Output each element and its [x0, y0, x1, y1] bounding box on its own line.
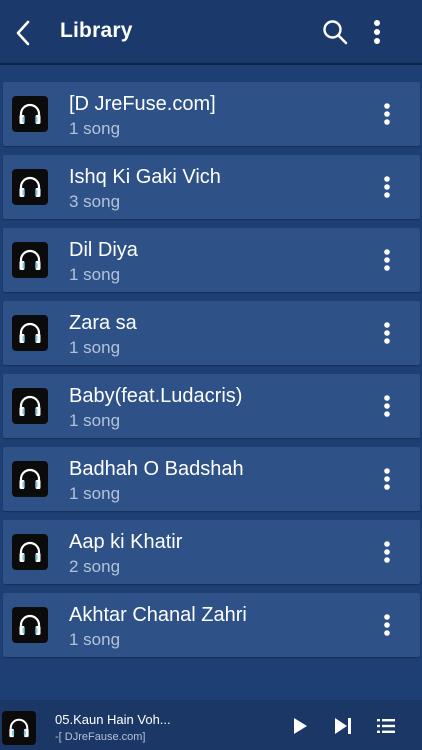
- item-title: Zara sa: [69, 312, 137, 334]
- album-art: [12, 242, 48, 278]
- item-menu-button[interactable]: [375, 536, 399, 568]
- headphones-icon: [9, 718, 29, 738]
- more-vertical-icon: [384, 176, 390, 198]
- now-playing-art: [2, 711, 36, 745]
- list-item[interactable]: Badhah O Badshah 1 song: [3, 447, 420, 511]
- page-title: Library: [60, 19, 133, 42]
- app-header: Library: [0, 0, 422, 65]
- album-art: [12, 461, 48, 497]
- back-button[interactable]: [10, 18, 36, 48]
- item-song-count: 1 song: [69, 484, 121, 503]
- chevron-left-icon: [16, 20, 30, 46]
- more-vertical-icon: [384, 249, 390, 271]
- headphones-icon: [19, 468, 41, 489]
- headphones-icon: [19, 103, 41, 124]
- search-button[interactable]: [320, 17, 350, 47]
- item-song-count: 2 song: [69, 557, 121, 576]
- item-menu-button[interactable]: [375, 244, 399, 276]
- headphones-icon: [19, 395, 41, 416]
- item-menu-button[interactable]: [375, 609, 399, 641]
- play-icon: [294, 718, 307, 734]
- item-song-count: 3 song: [69, 192, 121, 211]
- album-art: [12, 534, 48, 570]
- album-art: [12, 169, 48, 205]
- queue-list-icon: [377, 719, 395, 733]
- more-vertical-icon: [384, 103, 390, 125]
- album-art: [12, 607, 48, 643]
- list-item[interactable]: [D JreFuse.com] 1 song: [3, 82, 420, 146]
- item-song-count: 1 song: [69, 119, 121, 138]
- headphones-icon: [19, 614, 41, 635]
- now-playing-title: 05.Kaun Hain Voh...: [55, 712, 171, 727]
- more-vertical-icon: [384, 614, 390, 636]
- overflow-menu-button[interactable]: [364, 16, 390, 48]
- item-song-count: 1 song: [69, 411, 121, 430]
- more-vertical-icon: [374, 20, 380, 44]
- item-title: Dil Diya: [69, 239, 138, 261]
- play-button[interactable]: [288, 714, 312, 738]
- album-art: [12, 388, 48, 424]
- headphones-icon: [19, 541, 41, 562]
- list-item[interactable]: Aap ki Khatir 2 song: [3, 520, 420, 584]
- next-button[interactable]: [330, 714, 356, 738]
- more-vertical-icon: [384, 395, 390, 417]
- list-item[interactable]: Akhtar Chanal Zahri 1 song: [3, 593, 420, 657]
- item-title: Baby(feat.Ludacris): [69, 385, 243, 407]
- mini-player[interactable]: 05.Kaun Hain Voh... -[ DJreFause.com]: [0, 700, 422, 750]
- album-art: [12, 315, 48, 351]
- library-list: [D JreFuse.com] 1 song Ishq Ki Gaki Vich…: [0, 82, 422, 666]
- item-menu-button[interactable]: [375, 463, 399, 495]
- item-menu-button[interactable]: [375, 98, 399, 130]
- headphones-icon: [19, 322, 41, 343]
- search-icon: [323, 20, 348, 45]
- more-vertical-icon: [384, 541, 390, 563]
- list-item[interactable]: Dil Diya 1 song: [3, 228, 420, 292]
- item-title: Badhah O Badshah: [69, 458, 244, 480]
- item-menu-button[interactable]: [375, 317, 399, 349]
- item-menu-button[interactable]: [375, 171, 399, 203]
- now-playing-artist: -[ DJreFause.com]: [55, 731, 146, 743]
- album-art: [12, 96, 48, 132]
- more-vertical-icon: [384, 322, 390, 344]
- list-item[interactable]: Zara sa 1 song: [3, 301, 420, 365]
- list-item[interactable]: Ishq Ki Gaki Vich 3 song: [3, 155, 420, 219]
- item-song-count: 1 song: [69, 630, 121, 649]
- headphones-icon: [19, 176, 41, 197]
- item-song-count: 1 song: [69, 338, 121, 357]
- item-title: Akhtar Chanal Zahri: [69, 604, 247, 626]
- more-vertical-icon: [384, 468, 390, 490]
- skip-next-icon: [335, 718, 351, 734]
- queue-button[interactable]: [374, 714, 398, 738]
- item-menu-button[interactable]: [375, 390, 399, 422]
- headphones-icon: [19, 249, 41, 270]
- item-song-count: 1 song: [69, 265, 121, 284]
- list-item[interactable]: Baby(feat.Ludacris) 1 song: [3, 374, 420, 438]
- item-title: Aap ki Khatir: [69, 531, 183, 553]
- item-title: [D JreFuse.com]: [69, 93, 216, 115]
- item-title: Ishq Ki Gaki Vich: [69, 166, 221, 188]
